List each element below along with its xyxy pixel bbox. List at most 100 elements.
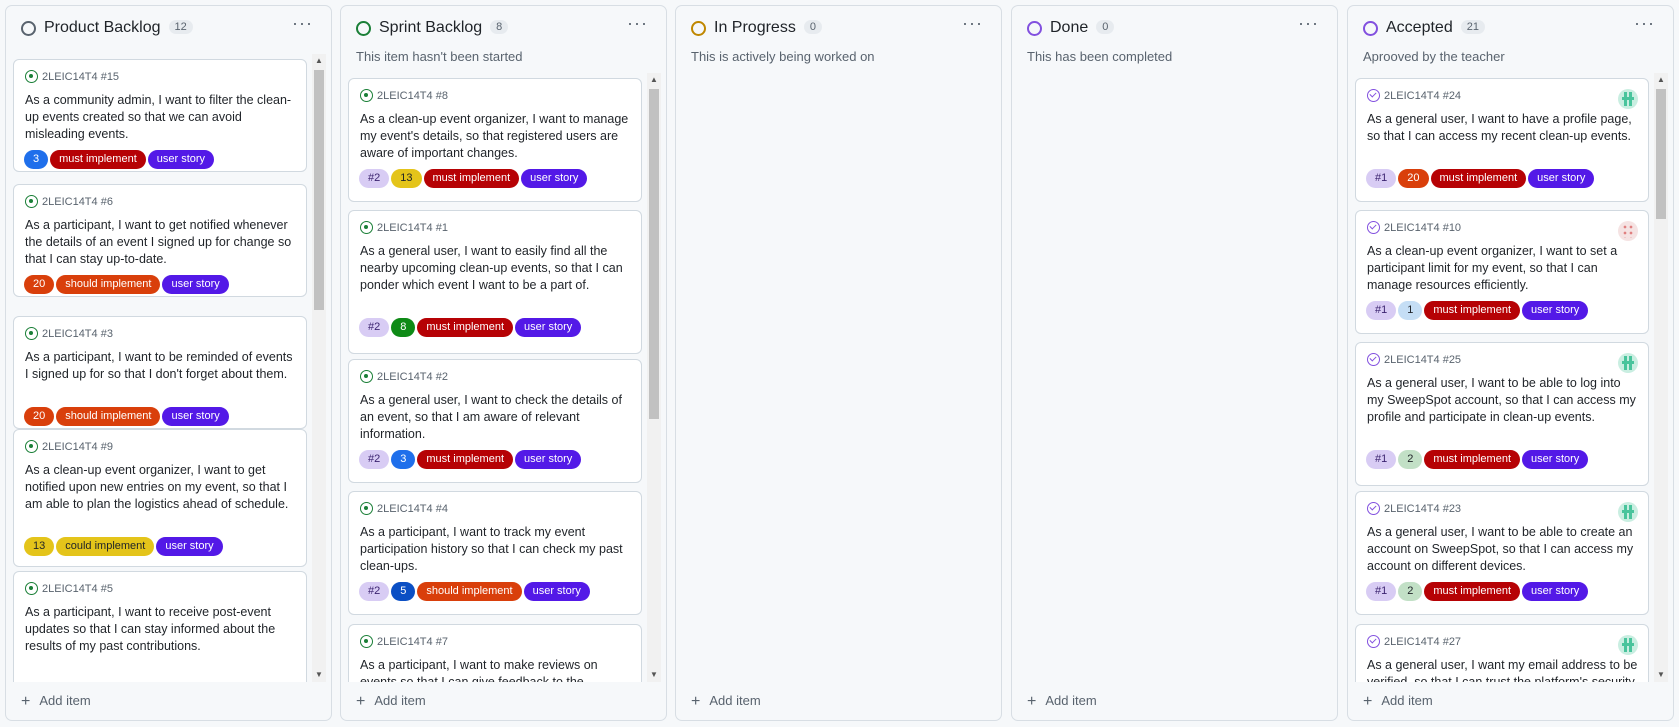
issue-card[interactable]: 2LEIC14T4 #25 As a general user, I want t… (1355, 342, 1649, 486)
vertical-scrollbar[interactable]: ▲ ▼ (1654, 73, 1668, 682)
assignee-avatar[interactable] (1618, 635, 1638, 655)
column-menu-icon[interactable]: ··· (1634, 14, 1655, 32)
scrollbar-thumb[interactable] (1656, 89, 1666, 219)
assignee-avatar[interactable] (1618, 221, 1638, 241)
scroll-up-arrow-icon[interactable]: ▲ (647, 73, 661, 87)
issue-card[interactable]: 2LEIC14T4 #7 As a participant, I want to … (348, 624, 642, 682)
priority-label[interactable]: must implement (50, 150, 146, 169)
sprint-label[interactable]: #2 (359, 169, 390, 188)
story-points-label[interactable]: 1 (1398, 301, 1423, 320)
story-points-label[interactable]: 8 (391, 318, 416, 337)
issue-title[interactable]: As a general user, I want to be able to … (1367, 524, 1638, 575)
priority-label[interactable]: must implement (1424, 450, 1521, 469)
assignee-avatar[interactable] (1618, 353, 1638, 373)
sprint-label[interactable]: #1 (1366, 169, 1397, 188)
story-points-label[interactable]: 13 (24, 537, 55, 556)
type-label[interactable]: user story (162, 275, 229, 294)
issue-reference[interactable]: 2LEIC14T4 #15 (25, 70, 119, 83)
issue-title[interactable]: As a participant, I want to make reviews… (360, 657, 631, 682)
issue-title[interactable]: As a general user, I want to have a prof… (1367, 111, 1638, 145)
story-points-label[interactable]: 20 (24, 407, 55, 426)
scroll-up-arrow-icon[interactable]: ▲ (1654, 73, 1668, 87)
story-points-label[interactable]: 3 (391, 450, 416, 469)
story-points-label[interactable]: 3 (24, 150, 49, 169)
issue-reference[interactable]: 2LEIC14T4 #3 (25, 327, 113, 340)
type-label[interactable]: user story (1522, 582, 1589, 601)
story-points-label[interactable]: 5 (391, 582, 416, 601)
story-points-label[interactable]: 2 (1398, 450, 1423, 469)
type-label[interactable]: user story (156, 537, 223, 556)
priority-label[interactable]: must implement (417, 318, 514, 337)
issue-title[interactable]: As a participant, I want to receive post… (25, 604, 296, 655)
priority-label[interactable]: must implement (1424, 582, 1521, 601)
issue-reference[interactable]: 2LEIC14T4 #5 (25, 582, 113, 595)
issue-reference[interactable]: 2LEIC14T4 #6 (25, 195, 113, 208)
add-item-button[interactable]: + Add item (356, 693, 426, 711)
column-menu-icon[interactable]: ··· (962, 14, 983, 32)
add-item-button[interactable]: + Add item (1027, 693, 1097, 711)
issue-reference[interactable]: 2LEIC14T4 #8 (360, 89, 448, 102)
scroll-up-arrow-icon[interactable]: ▲ (312, 54, 326, 68)
issue-reference[interactable]: 2LEIC14T4 #27 (1367, 635, 1461, 648)
priority-label[interactable]: should implement (56, 407, 161, 426)
type-label[interactable]: user story (521, 169, 588, 188)
sprint-label[interactable]: #1 (1366, 301, 1397, 320)
issue-card[interactable]: 2LEIC14T4 #8 As a clean-up event organize… (348, 78, 642, 202)
column-menu-icon[interactable]: ··· (627, 14, 648, 32)
issue-title[interactable]: As a general user, I want to be able to … (1367, 375, 1638, 426)
issue-title[interactable]: As a clean-up event organizer, I want to… (360, 111, 631, 162)
sprint-label[interactable]: #2 (359, 318, 390, 337)
scroll-down-arrow-icon[interactable]: ▼ (647, 668, 661, 682)
sprint-label[interactable]: #1 (1366, 450, 1397, 469)
issue-card[interactable]: 2LEIC14T4 #2 As a general user, I want to… (348, 359, 642, 483)
scrollbar-thumb[interactable] (314, 70, 324, 310)
sprint-label[interactable]: #2 (359, 450, 390, 469)
type-label[interactable]: user story (1528, 169, 1595, 188)
issue-reference[interactable]: 2LEIC14T4 #24 (1367, 89, 1461, 102)
type-label[interactable]: user story (1522, 301, 1589, 320)
story-points-label[interactable]: 20 (1398, 169, 1429, 188)
issue-card[interactable]: 2LEIC14T4 #1 As a general user, I want to… (348, 210, 642, 354)
add-item-button[interactable]: + Add item (691, 693, 761, 711)
issue-reference[interactable]: 2LEIC14T4 #4 (360, 502, 448, 515)
assignee-avatar[interactable] (1618, 502, 1638, 522)
column-menu-icon[interactable]: ··· (1298, 14, 1319, 32)
issue-reference[interactable]: 2LEIC14T4 #9 (25, 440, 113, 453)
issue-title[interactable]: As a general user, I want to check the d… (360, 392, 631, 443)
story-points-label[interactable]: 2 (1398, 582, 1423, 601)
add-item-button[interactable]: + Add item (1363, 693, 1433, 711)
priority-label[interactable]: must implement (1424, 301, 1521, 320)
issue-card[interactable]: 2LEIC14T4 #6 As a participant, I want to … (13, 184, 307, 297)
issue-card[interactable]: 2LEIC14T4 #10 As a clean-up event organiz… (1355, 210, 1649, 334)
story-points-label[interactable]: 13 (391, 169, 422, 188)
issue-card[interactable]: 2LEIC14T4 #4 As a participant, I want to … (348, 491, 642, 615)
type-label[interactable]: user story (515, 450, 582, 469)
priority-label[interactable]: should implement (56, 275, 161, 294)
issue-card[interactable]: 2LEIC14T4 #24 As a general user, I want t… (1355, 78, 1649, 202)
issue-title[interactable]: As a community admin, I want to filter t… (25, 92, 296, 143)
issue-card[interactable]: 2LEIC14T4 #9 As a clean-up event organize… (13, 429, 307, 567)
type-label[interactable]: user story (147, 150, 215, 169)
issue-card[interactable]: 2LEIC14T4 #15 As a community admin, I wan… (13, 59, 307, 172)
issue-title[interactable]: As a participant, I want to get notified… (25, 217, 296, 268)
issue-card[interactable]: 2LEIC14T4 #5 As a participant, I want to … (13, 571, 307, 682)
vertical-scrollbar[interactable]: ▲ ▼ (647, 73, 661, 682)
issue-title[interactable]: As a clean-up event organizer, I want to… (1367, 243, 1638, 294)
issue-reference[interactable]: 2LEIC14T4 #23 (1367, 502, 1461, 515)
vertical-scrollbar[interactable]: ▲ ▼ (312, 54, 326, 682)
issue-card[interactable]: 2LEIC14T4 #23 As a general user, I want t… (1355, 491, 1649, 615)
issue-title[interactable]: As a participant, I want to be reminded … (25, 349, 296, 383)
priority-label[interactable]: must implement (417, 450, 514, 469)
issue-title[interactable]: As a participant, I want to track my eve… (360, 524, 631, 575)
issue-reference[interactable]: 2LEIC14T4 #7 (360, 635, 448, 648)
priority-label[interactable]: could implement (56, 537, 155, 556)
priority-label[interactable]: must implement (1430, 169, 1527, 188)
priority-label[interactable]: must implement (423, 169, 520, 188)
issue-title[interactable]: As a general user, I want my email addre… (1367, 657, 1638, 682)
sprint-label[interactable]: #1 (1366, 582, 1397, 601)
type-label[interactable]: user story (162, 407, 229, 426)
issue-reference[interactable]: 2LEIC14T4 #2 (360, 370, 448, 383)
issue-card[interactable]: 2LEIC14T4 #27 As a general user, I want m… (1355, 624, 1649, 682)
issue-title[interactable]: As a clean-up event organizer, I want to… (25, 462, 296, 513)
type-label[interactable]: user story (1522, 450, 1589, 469)
